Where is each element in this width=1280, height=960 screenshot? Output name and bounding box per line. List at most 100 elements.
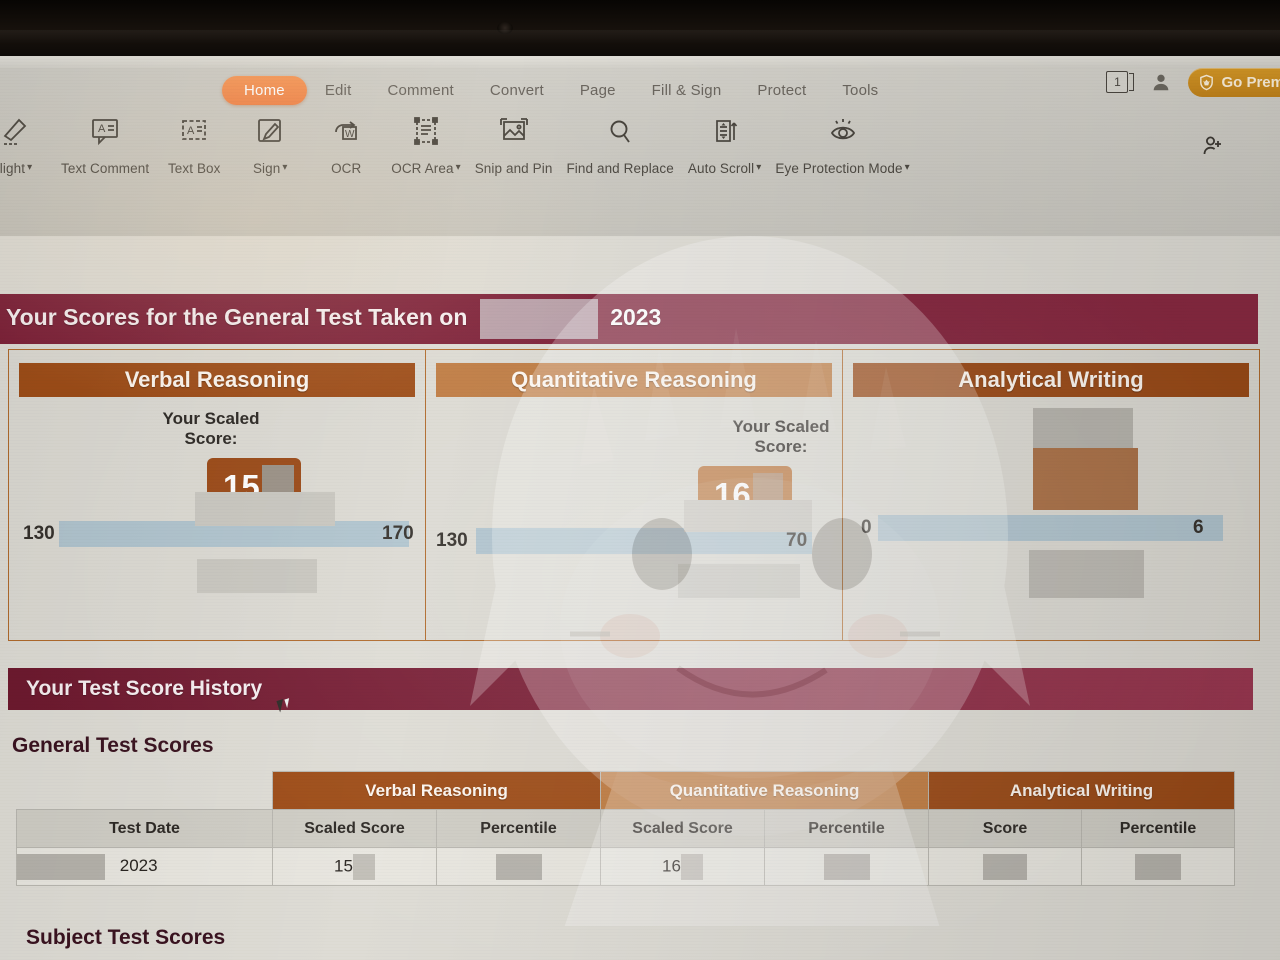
score-range-bar-analytical <box>878 515 1223 541</box>
tool-auto-scroll[interactable]: Auto Scroll ▾ <box>681 108 769 176</box>
score-panels: Verbal Reasoning Your Scaled Score: 15 13… <box>8 349 1260 641</box>
cell-aw-score <box>928 847 1083 886</box>
scores-title-band: Your Scores for the General Test Taken o… <box>0 294 1258 344</box>
redacted-test-date-month <box>17 853 105 880</box>
tab-protect[interactable]: Protect <box>739 77 824 104</box>
test-score-history-title: Your Test Score History <box>26 677 263 700</box>
document-page: Your Scores for the General Test Taken o… <box>0 236 1280 960</box>
tool-ocr[interactable]: W OCR <box>308 108 384 176</box>
ribbon-tabs: Home Edit Comment Convert Page Fill & Si… <box>222 74 896 106</box>
tab-page[interactable]: Page <box>562 77 634 104</box>
tab-home[interactable]: Home <box>222 75 307 105</box>
test-score-history-band: Your Test Score History <box>8 668 1253 710</box>
shield-premium-icon <box>1200 74 1214 90</box>
eye-icon <box>825 108 861 154</box>
general-test-scores-table: Verbal Reasoning Quantitative Reasoning … <box>16 771 1236 886</box>
go-premium-button[interactable]: Go Prem <box>1188 67 1280 97</box>
share-add-person-button[interactable] <box>1201 134 1225 163</box>
tool-label-highlight: light <box>0 161 26 176</box>
redacted-verbal-percentile <box>495 853 542 880</box>
sign-pen-icon <box>252 108 288 154</box>
table-group-header-row: Verbal Reasoning Quantitative Reasoning … <box>17 771 1236 810</box>
tool-ocr-area[interactable]: OCR Area ▾ <box>384 108 467 176</box>
redacted-footnote-quantitative <box>678 564 800 598</box>
tool-label-sign: Sign <box>252 161 281 176</box>
redacted-percentile-verbal <box>195 492 335 526</box>
panel-analytical-writing: Analytical Writing 0 6 <box>842 350 1259 640</box>
svg-text:A: A <box>187 125 195 137</box>
page-title: Your Scores for the General Test Taken o… <box>6 304 468 331</box>
tool-label-auto-scroll: Auto Scroll <box>687 161 755 176</box>
redacted-footnote-verbal <box>197 559 317 593</box>
redacted-scaled-score-label-analytical <box>1033 408 1133 448</box>
tab-fill-and-sign[interactable]: Fill & Sign <box>634 77 740 104</box>
range-min-analytical: 0 <box>861 517 872 538</box>
tool-eye-protection-mode[interactable]: Eye Protection Mode ▾ <box>768 108 916 176</box>
tool-text-box[interactable]: A Text Box <box>156 108 232 176</box>
cell-verbal-scaled-score-value: 15 <box>334 855 353 875</box>
tab-convert[interactable]: Convert <box>472 77 562 104</box>
range-min-quantitative: 130 <box>436 530 468 551</box>
cell-verbal-scaled-score: 15 <box>272 847 437 886</box>
go-premium-label: Go Prem <box>1221 73 1280 91</box>
window-controls-area: 1 Go Prem <box>1106 62 1280 102</box>
range-max-verbal: 170 <box>382 523 414 544</box>
range-max-quantitative: 70 <box>786 530 808 551</box>
tool-label-eye-protection-mode: Eye Protection Mode <box>775 161 903 176</box>
tool-snip-and-pin[interactable]: Snip and Pin <box>468 108 560 176</box>
ocr-area-icon <box>408 108 444 154</box>
text-comment-icon: A <box>87 108 123 154</box>
user-avatar-icon[interactable] <box>1150 71 1172 93</box>
tab-comment[interactable]: Comment <box>369 77 471 104</box>
chevron-down-icon: ▾ <box>282 162 288 173</box>
cell-test-date: 2023 <box>16 847 273 886</box>
screenshot-photo: Home Edit Comment Convert Page Fill & Si… <box>0 0 1280 960</box>
redacted-score-box-analytical <box>1033 448 1138 510</box>
redacted-aw-score <box>983 853 1028 880</box>
search-icon <box>602 108 638 154</box>
panel-heading-verbal: Verbal Reasoning <box>19 363 415 397</box>
group-header-blank <box>17 772 273 810</box>
column-header-verbal-scaled-score: Scaled Score <box>272 809 437 848</box>
tool-label-ocr: OCR <box>331 161 362 176</box>
column-header-verbal-percentile: Percentile <box>435 809 602 848</box>
mouse-cursor <box>276 697 292 713</box>
text-box-icon: A <box>176 108 212 154</box>
laptop-bezel-top <box>0 0 1280 58</box>
page-count-indicator[interactable]: 1 <box>1106 71 1135 93</box>
pdf-reader-window: Home Edit Comment Convert Page Fill & Si… <box>0 56 1280 960</box>
redacted-quant-percentile <box>823 853 870 880</box>
panel-heading-quantitative: Quantitative Reasoning <box>436 363 832 397</box>
subject-test-scores-title: Subject Test Scores <box>26 926 226 949</box>
tool-find-and-replace[interactable]: Find and Replace <box>559 108 680 176</box>
svg-text:W: W <box>345 129 355 140</box>
redacted-verbal-scaled-digit <box>352 853 375 880</box>
scaled-score-label-quantitative: Your Scaled Score: <box>732 417 830 456</box>
window-title-bar <box>0 56 1280 68</box>
range-min-verbal: 130 <box>23 523 55 544</box>
tool-highlight[interactable]: light ▾ <box>0 108 54 176</box>
column-header-test-date: Test Date <box>16 809 273 848</box>
snip-and-pin-icon <box>496 108 532 154</box>
tab-tools[interactable]: Tools <box>824 77 896 104</box>
tab-edit[interactable]: Edit <box>307 77 370 104</box>
page-stack-icon <box>1129 73 1135 91</box>
ocr-icon: W <box>328 108 364 154</box>
redacted-quant-scaled-digit <box>680 853 703 880</box>
tool-text-comment[interactable]: A Text Comment <box>54 108 156 176</box>
column-header-quant-scaled-score: Scaled Score <box>600 809 766 848</box>
tool-sign[interactable]: Sign ▾ <box>232 108 308 176</box>
page-number-label: 1 <box>1106 71 1129 93</box>
highlight-icon <box>0 108 33 154</box>
chevron-down-icon: ▾ <box>904 162 910 173</box>
svg-text:A: A <box>98 123 106 135</box>
group-header-verbal: Verbal Reasoning <box>271 771 602 810</box>
cell-aw-percentile <box>1081 847 1236 886</box>
cell-verbal-percentile <box>435 847 602 886</box>
tool-label-ocr-area: OCR Area <box>391 161 454 176</box>
ribbon-toolbar: light ▾ A Text Comment A Text Box Sign ▾… <box>0 108 917 226</box>
auto-scroll-icon <box>707 108 743 154</box>
redacted-aw-percentile <box>1135 853 1182 880</box>
chevron-down-icon: ▾ <box>27 162 33 173</box>
panel-quantitative-reasoning: Quantitative Reasoning Your Scaled Score:… <box>425 350 842 640</box>
